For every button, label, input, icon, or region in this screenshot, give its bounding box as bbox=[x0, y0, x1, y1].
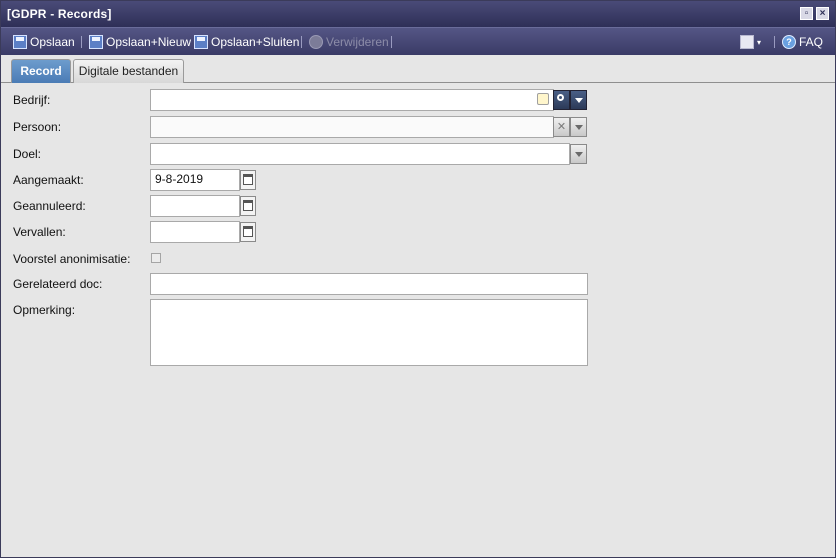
lookup-button[interactable] bbox=[553, 90, 570, 110]
delete-icon bbox=[309, 35, 323, 49]
persoon-dropdown-button[interactable] bbox=[570, 117, 587, 137]
persoon-label: Persoon: bbox=[13, 120, 62, 134]
floppy-disk-new-icon bbox=[89, 35, 103, 49]
delete-button[interactable]: Verwijderen bbox=[309, 34, 389, 50]
voorstel-anonimisatie-label: Voorstel anonimisatie: bbox=[13, 252, 131, 266]
chevron-down-icon bbox=[574, 98, 583, 103]
aangemaakt-date-field[interactable]: 9-8-2019 bbox=[150, 169, 240, 191]
geannuleerd-label: Geannuleerd: bbox=[13, 199, 86, 213]
gdpr-records-window: [GDPR - Records] ▫ × Opslaan Opslaan+Nie… bbox=[0, 0, 836, 558]
doel-select[interactable] bbox=[150, 143, 570, 165]
toolbar-separator bbox=[391, 36, 392, 48]
calendar-icon[interactable] bbox=[240, 170, 256, 190]
save-close-label: Opslaan+Sluiten bbox=[211, 35, 300, 49]
persoon-field[interactable] bbox=[150, 116, 554, 138]
print-menu-button[interactable]: ▾ bbox=[740, 34, 761, 50]
aangemaakt-label: Aangemaakt: bbox=[13, 173, 84, 187]
doel-dropdown-button[interactable] bbox=[570, 144, 587, 164]
chevron-down-icon: ▾ bbox=[757, 37, 762, 47]
faq-button[interactable]: ? FAQ bbox=[782, 34, 823, 50]
calendar-icon[interactable] bbox=[240, 196, 256, 216]
bedrijf-dropdown-button[interactable] bbox=[570, 90, 587, 110]
calendar-icon[interactable] bbox=[240, 222, 256, 242]
close-icon[interactable]: × bbox=[816, 7, 829, 20]
save-close-button[interactable]: Opslaan+Sluiten bbox=[194, 34, 299, 50]
geannuleerd-date-field[interactable] bbox=[150, 195, 240, 217]
gerelateerd-doc-field[interactable] bbox=[150, 273, 588, 295]
printer-icon bbox=[740, 35, 754, 49]
delete-label: Verwijderen bbox=[326, 35, 389, 49]
save-new-label: Opslaan+Nieuw bbox=[106, 35, 192, 49]
chevron-down-icon bbox=[574, 125, 583, 130]
window-title: [GDPR - Records] bbox=[7, 7, 112, 21]
search-icon bbox=[557, 94, 564, 101]
faq-label: FAQ bbox=[799, 35, 824, 49]
save-button[interactable]: Opslaan bbox=[13, 34, 75, 50]
persoon-clear-button[interactable]: ✕ bbox=[553, 117, 570, 137]
clear-icon: ✕ bbox=[556, 121, 567, 133]
toolbar-separator bbox=[774, 36, 775, 48]
vervallen-label: Vervallen: bbox=[13, 225, 66, 239]
opmerking-label: Opmerking: bbox=[13, 303, 76, 317]
toolbar-separator bbox=[81, 36, 82, 48]
tab-strip: Record Digitale bestanden bbox=[1, 55, 835, 83]
bedrijf-label: Bedrijf: bbox=[13, 93, 51, 107]
toolbar: Opslaan Opslaan+Nieuw Opslaan+Sluiten Ve… bbox=[1, 27, 835, 55]
tab-record[interactable]: Record bbox=[11, 59, 71, 83]
help-icon: ? bbox=[782, 35, 796, 49]
save-label: Opslaan bbox=[30, 35, 75, 49]
window-titlebar[interactable]: [GDPR - Records] ▫ × bbox=[1, 1, 835, 27]
opmerking-textarea[interactable] bbox=[150, 299, 588, 366]
maximize-icon[interactable]: ▫ bbox=[800, 7, 813, 20]
tab-digitale-bestanden[interactable]: Digitale bestanden bbox=[73, 59, 184, 83]
new-record-icon[interactable] bbox=[537, 93, 549, 105]
voorstel-anonimisatie-checkbox[interactable] bbox=[151, 253, 161, 263]
bedrijf-field[interactable] bbox=[150, 89, 554, 111]
floppy-disk-icon bbox=[13, 35, 27, 49]
save-new-button[interactable]: Opslaan+Nieuw bbox=[89, 34, 191, 50]
floppy-disk-close-icon bbox=[194, 35, 208, 49]
toolbar-separator bbox=[301, 36, 302, 48]
doel-label: Doel: bbox=[13, 147, 42, 161]
gerelateerd-doc-label: Gerelateerd doc: bbox=[13, 277, 103, 291]
chevron-down-icon bbox=[574, 152, 583, 157]
vervallen-date-field[interactable] bbox=[150, 221, 240, 243]
